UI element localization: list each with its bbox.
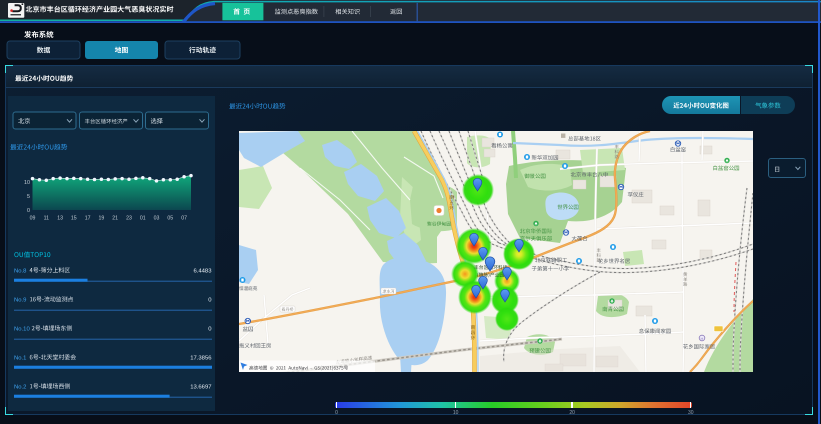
svg-text:19: 19 (99, 216, 105, 222)
svg-text:13.6697: 13.6697 (190, 384, 211, 390)
svg-text:01: 01 (140, 216, 146, 222)
svg-text:17.3856: 17.3856 (190, 355, 212, 361)
svg-text:No.10: No.10 (14, 326, 30, 332)
svg-text:No.1: No.1 (14, 355, 26, 361)
svg-text:05: 05 (167, 216, 173, 222)
svg-text:21: 21 (112, 216, 118, 222)
svg-text:11: 11 (44, 216, 49, 222)
svg-text:5: 5 (27, 194, 30, 200)
svg-text:07: 07 (181, 216, 187, 222)
svg-text:0: 0 (208, 326, 212, 332)
svg-text:No.9: No.9 (14, 297, 26, 303)
svg-text:0: 0 (208, 297, 212, 303)
svg-text:H: H (700, 336, 703, 341)
svg-text:03: 03 (154, 216, 160, 222)
svg-text:15: 15 (71, 216, 77, 222)
svg-text:10: 10 (24, 180, 30, 186)
svg-text:09: 09 (30, 216, 36, 222)
svg-text:17: 17 (85, 216, 91, 222)
svg-text:0: 0 (27, 208, 30, 214)
svg-text:13: 13 (57, 216, 63, 222)
svg-text:No.2: No.2 (14, 384, 26, 390)
svg-text:No.8: No.8 (14, 268, 27, 274)
svg-text:6.4483: 6.4483 (193, 268, 212, 274)
svg-text:23: 23 (126, 216, 132, 222)
